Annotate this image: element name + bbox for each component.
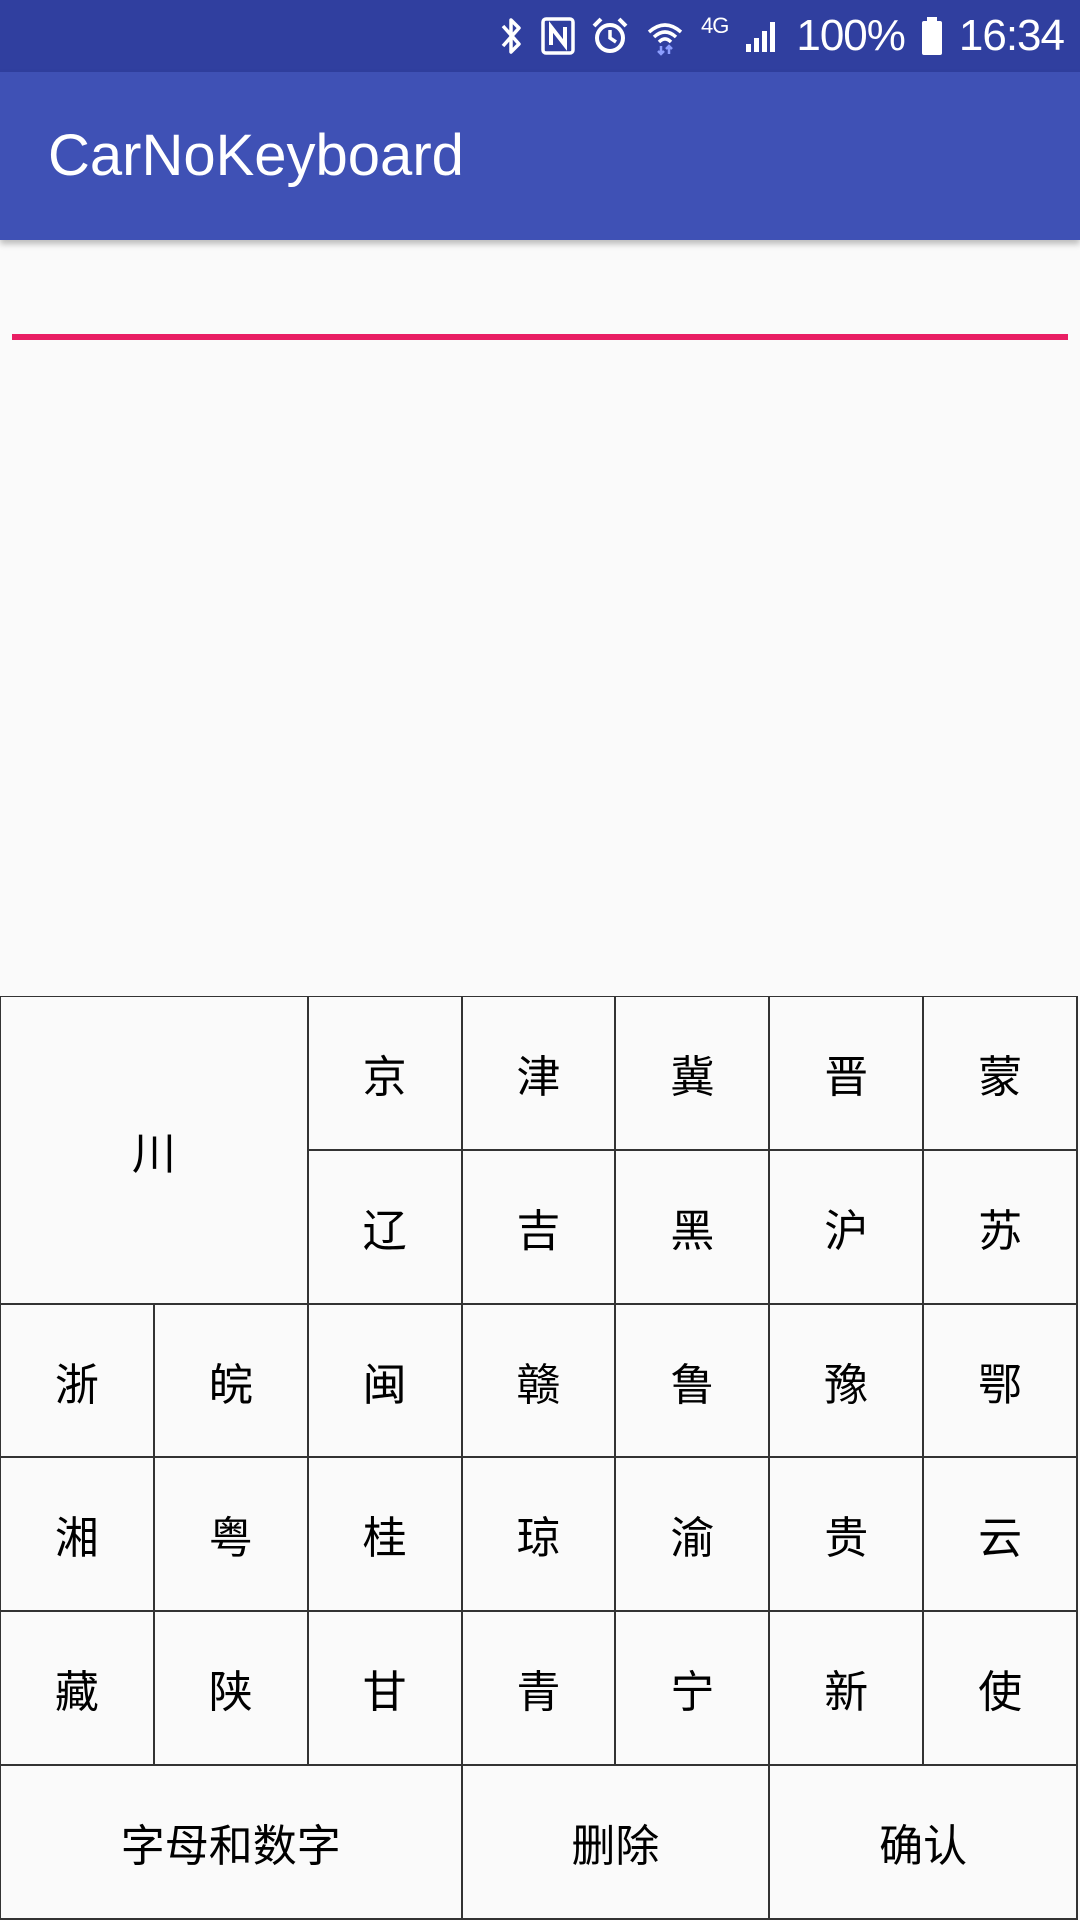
key-province[interactable]: 贵 bbox=[770, 1458, 925, 1613]
key-province[interactable]: 豫 bbox=[770, 1304, 925, 1459]
key-province[interactable]: 桂 bbox=[308, 1458, 463, 1613]
key-province[interactable]: 津 bbox=[462, 997, 617, 1151]
key-province[interactable]: 赣 bbox=[462, 1304, 617, 1459]
key-province[interactable]: 浙 bbox=[1, 1304, 155, 1459]
clock: 16:34 bbox=[958, 11, 1065, 60]
key-province[interactable]: 沪 bbox=[770, 1150, 925, 1305]
key-province[interactable]: 闽 bbox=[308, 1304, 463, 1459]
delete-button[interactable]: 删除 bbox=[462, 1766, 771, 1920]
bluetooth-icon bbox=[499, 0, 525, 72]
key-province[interactable]: 藏 bbox=[1, 1612, 155, 1767]
alarm-icon bbox=[591, 0, 629, 72]
key-province[interactable]: 云 bbox=[924, 1458, 1078, 1613]
key-province[interactable]: 渝 bbox=[616, 1458, 771, 1613]
status-bar: 4G 100% 16:34 bbox=[0, 0, 1080, 72]
key-highlight-province[interactable]: 川 bbox=[1, 997, 309, 1305]
key-province[interactable]: 黑 bbox=[616, 1150, 771, 1305]
nfc-icon bbox=[541, 0, 575, 72]
province-keyboard: 川 京 津 冀 晋 蒙 辽 吉 黑 沪 苏 浙 皖 闽 赣 鲁 豫 鄂 湘 粤 … bbox=[0, 996, 1078, 1920]
key-province[interactable]: 青 bbox=[462, 1612, 617, 1767]
key-province[interactable]: 冀 bbox=[616, 997, 771, 1151]
key-province[interactable]: 鄂 bbox=[924, 1304, 1078, 1459]
signal-icon bbox=[744, 0, 780, 72]
confirm-button[interactable]: 确认 bbox=[770, 1766, 1078, 1920]
key-province[interactable]: 甘 bbox=[308, 1612, 463, 1767]
key-province[interactable]: 辽 bbox=[308, 1150, 463, 1305]
status-icons: 4G 100% 16:34 bbox=[499, 0, 1065, 72]
key-province[interactable]: 京 bbox=[308, 997, 463, 1151]
key-province[interactable]: 吉 bbox=[462, 1150, 617, 1305]
network-type-label: 4G bbox=[700, 13, 729, 38]
plate-number-input[interactable] bbox=[12, 270, 1072, 332]
mode-switch-button[interactable]: 字母和数字 bbox=[1, 1766, 463, 1920]
battery-icon bbox=[921, 0, 943, 72]
key-province[interactable]: 湘 bbox=[1, 1458, 155, 1613]
wifi-icon bbox=[645, 0, 685, 72]
app-bar: CarNoKeyboard bbox=[0, 72, 1080, 240]
key-province[interactable]: 苏 bbox=[924, 1150, 1078, 1305]
input-underline bbox=[12, 334, 1068, 340]
key-province[interactable]: 琼 bbox=[462, 1458, 617, 1613]
key-province[interactable]: 晋 bbox=[770, 997, 925, 1151]
key-province[interactable]: 鲁 bbox=[616, 1304, 771, 1459]
key-province[interactable]: 使 bbox=[924, 1612, 1078, 1767]
plate-input-container[interactable] bbox=[12, 270, 1072, 340]
key-province[interactable]: 宁 bbox=[616, 1612, 771, 1767]
key-province[interactable]: 陕 bbox=[154, 1612, 309, 1767]
key-province[interactable]: 皖 bbox=[154, 1304, 309, 1459]
key-province[interactable]: 粤 bbox=[154, 1458, 309, 1613]
app-title: CarNoKeyboard bbox=[48, 123, 464, 188]
key-province[interactable]: 新 bbox=[770, 1612, 925, 1767]
key-province[interactable]: 蒙 bbox=[924, 997, 1078, 1151]
battery-percent: 100% bbox=[796, 11, 906, 60]
